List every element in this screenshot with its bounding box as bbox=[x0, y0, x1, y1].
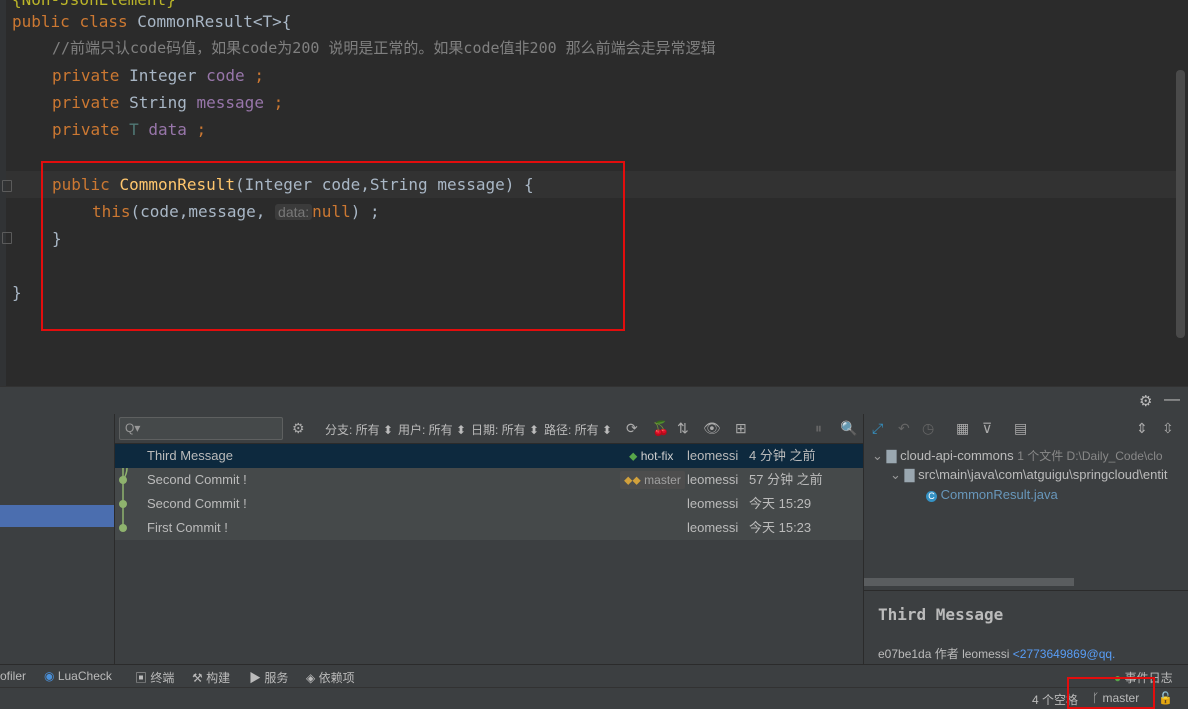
build-tab[interactable]: ⚒ 构建 bbox=[192, 669, 230, 686]
expand-all-icon[interactable]: ⇕ bbox=[1136, 420, 1148, 437]
tag-icon: ⬥ bbox=[629, 449, 638, 463]
folder-icon: ▇ bbox=[886, 448, 897, 463]
path-filter[interactable]: 路径: 所有 ⬍ bbox=[544, 421, 612, 438]
terminal-tab[interactable]: ▣ 终端 bbox=[135, 669, 174, 686]
group-icon[interactable]: ▦ bbox=[956, 420, 969, 437]
layout-icon[interactable]: ▤ bbox=[1014, 420, 1027, 437]
class-declaration: public class CommonResult<T>{ bbox=[12, 12, 292, 31]
author-email-link[interactable]: <2773649869@qq. bbox=[1013, 647, 1116, 661]
expand-icon[interactable]: ⤢ bbox=[872, 420, 883, 437]
code-editor[interactable]: {Non-JsonElement} public class CommonRes… bbox=[0, 0, 1188, 386]
commit-row[interactable]: First Commit ! leomessi 今天 15:23 bbox=[115, 516, 863, 540]
log-toolbar: Q▾ ⚙ 分支: 所有 ⬍ 用户: 所有 ⬍ 日期: 所有 ⬍ 路径: 所有 ⬍… bbox=[115, 414, 863, 444]
branches-pane bbox=[0, 414, 115, 664]
date-filter[interactable]: 日期: 所有 ⬍ bbox=[471, 421, 539, 438]
settings-icon[interactable]: ⚙ bbox=[292, 420, 305, 437]
commit-title: Third Message bbox=[878, 605, 1004, 624]
commit-message-panel: Third Message e07be1da 作者 leomessi <2773… bbox=[864, 590, 1188, 664]
search-icon[interactable]: 🔍 bbox=[840, 420, 857, 437]
log-search-input[interactable]: Q▾ bbox=[119, 417, 283, 440]
commit-details-pane: ⤢ ↶ ◷ ▦ ⊽ ▤ ⇕ ⇳ ⌄ ▇ cloud-api-commons 1 … bbox=[864, 414, 1188, 664]
cherry-pick-icon[interactable]: 🍒 bbox=[652, 420, 669, 437]
services-tab[interactable]: ▶ 服务 bbox=[249, 669, 288, 686]
fold-icon[interactable] bbox=[2, 180, 12, 192]
field-message: private String message ; bbox=[52, 93, 284, 112]
dependencies-tab[interactable]: ◈ 依赖项 bbox=[306, 669, 355, 686]
commit-meta: e07be1da 作者 leomessi <2773649869@qq. bbox=[878, 647, 1116, 661]
editor-scrollbar[interactable] bbox=[1176, 70, 1185, 338]
code-comment: //前端只认code码值，如果code为200 说明是正常的。如果code值非2… bbox=[52, 39, 716, 57]
folder-icon: ▇ bbox=[904, 467, 915, 482]
search-icon: Q▾ bbox=[125, 421, 141, 435]
tool-window-bar: ofiler ◉ LuaCheck ▣ 终端 ⚒ 构建 ▶ 服务 ◈ 依赖项 ●… bbox=[0, 664, 1188, 687]
commit-row[interactable]: Third Message ⬥ hot-fix leomessi 4 分钟 之前 bbox=[115, 444, 863, 468]
profiler-tab[interactable]: ofiler bbox=[0, 669, 26, 683]
tree-item-path[interactable]: ⌄ ▇ src\main\java\com\atguigu\springclou… bbox=[890, 467, 1167, 483]
hammer-icon: ⚒ bbox=[192, 671, 203, 685]
terminal-icon: ▣ bbox=[135, 671, 148, 685]
luacheck-tab[interactable]: ◉ LuaCheck bbox=[44, 669, 112, 683]
pause-icon[interactable]: ⏸ bbox=[815, 420, 822, 437]
highlight-box-branch bbox=[1067, 677, 1155, 709]
selected-branch-item[interactable] bbox=[0, 505, 114, 527]
collapse-all-icon[interactable]: ⇳ bbox=[1162, 420, 1174, 437]
highlight-box-constructor bbox=[41, 161, 625, 331]
filter-icon[interactable]: ⊽ bbox=[982, 420, 992, 437]
fold-icon[interactable] bbox=[2, 232, 12, 244]
refresh-icon[interactable]: ⟳ bbox=[626, 420, 638, 437]
class-close: } bbox=[12, 283, 22, 302]
field-data: private T data ; bbox=[52, 120, 207, 139]
branch-filter[interactable]: 分支: 所有 ⬍ bbox=[325, 421, 393, 438]
history-icon[interactable]: ◷ bbox=[922, 420, 934, 437]
minimize-icon[interactable]: — bbox=[1164, 391, 1180, 409]
tag-label: ⬥ hot-fix bbox=[629, 449, 674, 463]
status-bar: 4 个空格 ᚴ master 🔓 bbox=[0, 687, 1188, 709]
branch-label: ⬥⬥ master bbox=[620, 471, 685, 489]
tag-icon: ⬥⬥ bbox=[624, 473, 641, 487]
tree-item-module[interactable]: ⌄ ▇ cloud-api-commons 1 个文件 D:\Daily_Cod… bbox=[872, 447, 1163, 464]
commit-log-pane: Q▾ ⚙ 分支: 所有 ⬍ 用户: 所有 ⬍ 日期: 所有 ⬍ 路径: 所有 ⬍… bbox=[115, 414, 863, 664]
undo-icon[interactable]: ↶ bbox=[898, 420, 910, 437]
git-tool-window-header: ⚙ — bbox=[0, 386, 1188, 414]
commit-row[interactable]: Second Commit ! ⬥⬥ master leomessi 57 分钟… bbox=[115, 468, 863, 492]
class-icon: C bbox=[926, 491, 937, 502]
sort-icon[interactable]: ⇅ bbox=[677, 420, 689, 437]
eye-icon[interactable]: 👁 bbox=[703, 420, 721, 437]
luacheck-icon: ◉ bbox=[44, 669, 55, 683]
tree-item-file[interactable]: C CommonResult.java bbox=[926, 487, 1058, 502]
commit-row[interactable]: Second Commit ! leomessi 今天 15:29 bbox=[115, 492, 863, 516]
new-tab-icon[interactable]: ⊞ bbox=[735, 420, 747, 437]
lock-icon[interactable]: 🔓 bbox=[1158, 691, 1173, 705]
gear-icon[interactable]: ⚙ bbox=[1139, 392, 1152, 410]
layers-icon: ◈ bbox=[306, 671, 316, 685]
horizontal-scrollbar[interactable] bbox=[864, 578, 1074, 586]
play-icon: ▶ bbox=[249, 671, 262, 685]
field-code: private Integer code ; bbox=[52, 66, 264, 85]
user-filter[interactable]: 用户: 所有 ⬍ bbox=[398, 421, 466, 438]
